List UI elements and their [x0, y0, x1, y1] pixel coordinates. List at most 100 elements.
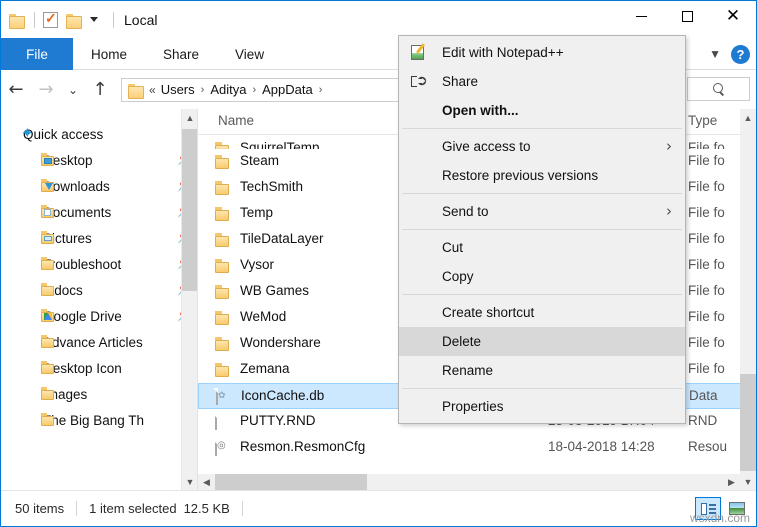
recent-locations-button[interactable]: ⌄	[61, 75, 85, 105]
file-date: 18-04-2018 14:28	[548, 439, 655, 454]
tab-file[interactable]: File	[1, 38, 73, 70]
new-folder-icon[interactable]	[66, 13, 83, 29]
menu-item-open-with[interactable]: Open with...	[399, 96, 685, 125]
column-header-name[interactable]: Name	[218, 113, 254, 128]
selection-label: 1 item selected	[89, 501, 177, 516]
sidebar-item-troubleshoot[interactable]: Troubleshoot 📌	[1, 251, 197, 277]
sidebar-item-htdocs[interactable]: htdocs 📌	[1, 277, 197, 303]
sidebar-item-desktop-icon[interactable]: Desktop Icon	[1, 355, 197, 381]
menu-item-cut[interactable]: Cut	[399, 233, 685, 262]
folder-icon	[41, 413, 57, 426]
menu-item-create-shortcut[interactable]: Create shortcut	[399, 298, 685, 327]
sidebar-item-advance-articles[interactable]: Advance Articles	[1, 329, 197, 355]
minimize-button[interactable]	[618, 1, 664, 31]
scroll-up-arrow-icon[interactable]: ▲	[740, 109, 756, 126]
file-type: File fo	[688, 140, 725, 149]
breadcrumb-separator-2[interactable]: ›	[252, 84, 256, 96]
breadcrumb-folder-icon	[128, 83, 145, 99]
file-name: WeMod	[240, 309, 287, 324]
menu-item-label: Properties	[442, 399, 504, 414]
tab-share[interactable]: Share	[145, 38, 217, 70]
scroll-down-arrow-icon[interactable]: ▼	[182, 473, 197, 490]
toolbar-divider-2	[113, 11, 114, 28]
menu-item-label: Copy	[442, 269, 474, 284]
breadcrumb-separator-1[interactable]: ›	[201, 84, 205, 96]
breadcrumb-item-users[interactable]: Users	[161, 82, 195, 97]
folder-icon	[41, 283, 57, 296]
folder-icon	[215, 363, 232, 377]
breadcrumb-separator-3[interactable]: ›	[319, 84, 323, 96]
menu-item-edit-with-notepad-plus-plus[interactable]: Edit with Notepad++	[399, 38, 685, 67]
menu-item-label: Give access to	[442, 139, 531, 154]
menu-separator	[402, 193, 682, 194]
folder-icon	[215, 181, 232, 195]
maximize-button[interactable]	[664, 1, 710, 31]
scroll-up-arrow-icon[interactable]: ▲	[182, 109, 197, 126]
watermark: wsxdn.com	[689, 511, 750, 525]
file-list-vertical-scrollbar[interactable]: ▲ ▼	[740, 109, 756, 490]
sidebar-item-desktop[interactable]: Desktop 📌	[1, 147, 197, 173]
breadcrumb-overflow-icon[interactable]: «	[149, 83, 156, 97]
sidebar-item-label: Quick access	[23, 126, 104, 142]
folder-icon	[215, 285, 232, 299]
menu-separator	[402, 229, 682, 230]
file-type: File fo	[688, 179, 725, 194]
item-count-label: 50 items	[15, 501, 65, 516]
folder-pictures-icon	[41, 231, 57, 244]
window-title: Local	[124, 11, 158, 28]
file-type: File fo	[688, 309, 725, 324]
scroll-right-arrow-icon[interactable]: ▶	[723, 474, 740, 490]
properties-icon[interactable]	[43, 10, 58, 28]
sidebar-item-quick-access[interactable]: ✦ Quick access	[1, 121, 197, 147]
menu-item-rename[interactable]: Rename	[399, 356, 685, 385]
sidebar-item-google-drive[interactable]: Google Drive 📌	[1, 303, 197, 329]
chevron-right-icon: ›	[666, 202, 672, 220]
menu-item-label: Rename	[442, 363, 494, 378]
close-button[interactable]: ✕	[710, 1, 756, 31]
file-name: SquirrelTemp	[240, 140, 320, 149]
menu-item-send-to[interactable]: Send to ›	[399, 197, 685, 226]
scrollbar-thumb-horizontal[interactable]	[215, 474, 367, 490]
menu-item-delete[interactable]: Delete	[399, 327, 685, 356]
tab-home[interactable]: Home	[73, 38, 145, 70]
file-name: Resmon.ResmonCfg	[240, 439, 366, 454]
cfg-file-icon	[215, 439, 232, 456]
search-input[interactable]	[687, 77, 750, 101]
chevron-down-icon[interactable]: ▼	[709, 47, 721, 61]
status-divider	[76, 501, 78, 516]
search-icon	[712, 82, 725, 96]
scrollbar-thumb-vertical[interactable]	[740, 374, 756, 471]
menu-item-copy[interactable]: Copy	[399, 262, 685, 291]
forward-button[interactable]: →	[31, 75, 61, 105]
breadcrumb-item-aditya[interactable]: Aditya	[210, 82, 246, 97]
up-button[interactable]: ↑	[85, 75, 115, 105]
menu-item-give-access-to[interactable]: Give access to ›	[399, 132, 685, 161]
sidebar-item-images[interactable]: Images	[1, 381, 197, 407]
sidebar-item-downloads[interactable]: Downloads 📌	[1, 173, 197, 199]
sidebar-item-label: The Big Bang Th	[43, 412, 145, 428]
navigation-pane-scrollbar[interactable]: ▲ ▼	[181, 109, 197, 490]
column-header-type[interactable]: Type	[688, 113, 717, 128]
file-name: TechSmith	[240, 179, 304, 194]
scroll-left-arrow-icon[interactable]: ◀	[198, 474, 215, 490]
scroll-down-arrow-icon[interactable]: ▼	[740, 473, 756, 490]
customize-dropdown-icon[interactable]	[90, 17, 98, 22]
notepad-plus-plus-icon	[411, 43, 428, 61]
back-button[interactable]: ←	[1, 75, 31, 105]
file-list-horizontal-scrollbar[interactable]: ◀ ▶	[198, 474, 740, 490]
scrollbar-thumb[interactable]	[182, 129, 197, 291]
sidebar-item-the-big-bang-theory[interactable]: The Big Bang Th	[1, 407, 197, 433]
file-name: PUTTY.RND	[240, 413, 316, 428]
file-type: File fo	[688, 257, 725, 272]
tab-view[interactable]: View	[217, 38, 282, 70]
help-icon[interactable]: ?	[731, 44, 750, 64]
table-row[interactable]: Resmon.ResmonCfg 18-04-2018 14:28 Resou	[198, 435, 756, 461]
menu-item-restore-previous-versions[interactable]: Restore previous versions	[399, 161, 685, 190]
window-controls: ✕	[618, 1, 756, 31]
sidebar-item-documents[interactable]: Documents 📌	[1, 199, 197, 225]
folder-icon[interactable]	[9, 13, 26, 29]
sidebar-item-pictures[interactable]: Pictures 📌	[1, 225, 197, 251]
menu-item-share[interactable]: ➲ Share	[399, 67, 685, 96]
menu-item-properties[interactable]: Properties	[399, 392, 685, 421]
breadcrumb-item-appdata[interactable]: AppData	[262, 82, 313, 97]
